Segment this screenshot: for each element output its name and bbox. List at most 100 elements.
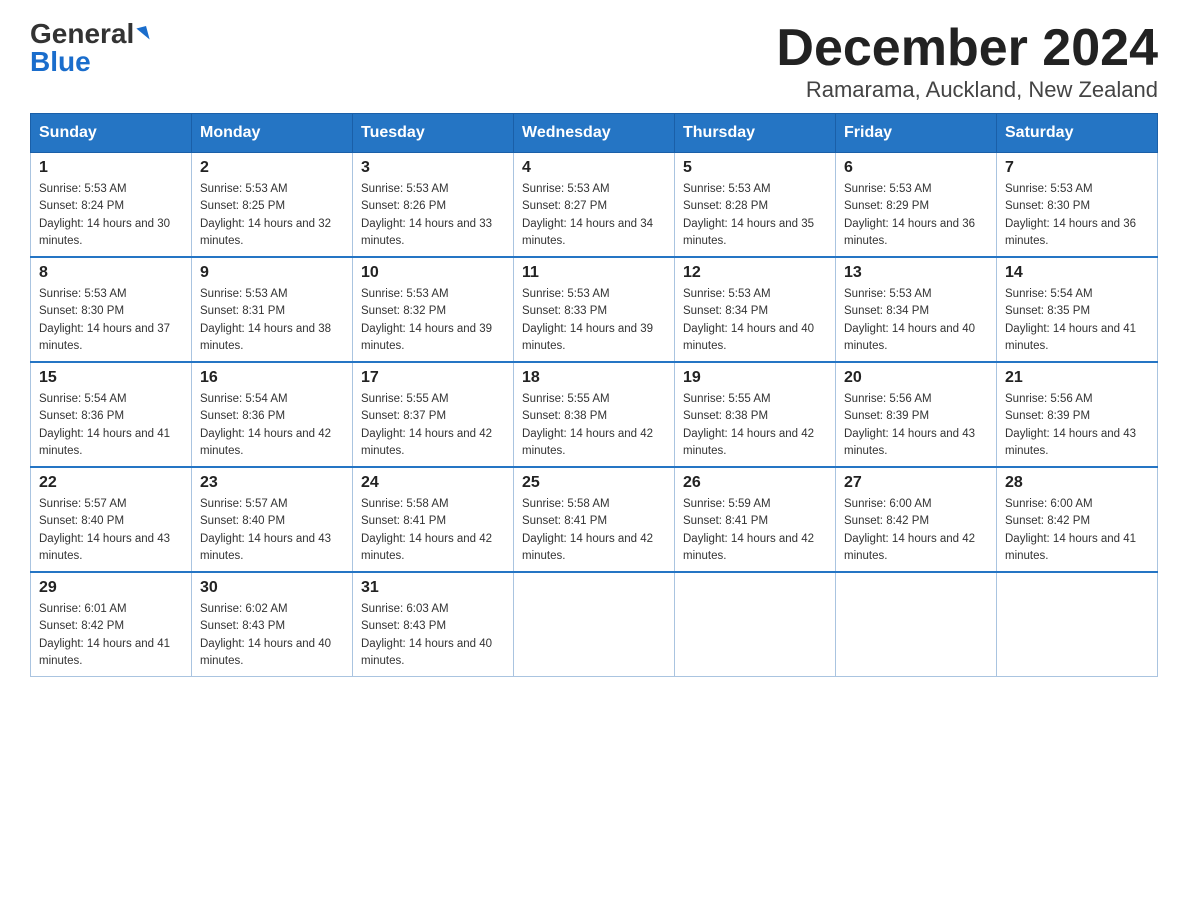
day-number: 24	[361, 474, 505, 492]
calendar-cell: 30Sunrise: 6:02 AMSunset: 8:43 PMDayligh…	[192, 572, 353, 677]
calendar-week-row: 8 Sunrise: 5:53 AMSunset: 8:30 PMDaylight…	[31, 257, 1158, 362]
day-number: 6	[844, 159, 988, 177]
calendar-cell: 21 Sunrise: 5:56 AMSunset: 8:39 PMDayligh…	[997, 362, 1158, 467]
day-info: Sunrise: 5:53 AMSunset: 8:25 PMDaylight:…	[200, 181, 344, 250]
day-info: Sunrise: 5:59 AMSunset: 8:41 PMDaylight:…	[683, 496, 827, 565]
day-number: 10	[361, 264, 505, 282]
day-number: 18	[522, 369, 666, 387]
day-number: 23	[200, 474, 344, 492]
day-info: Sunrise: 5:53 AMSunset: 8:34 PMDaylight:…	[844, 286, 988, 355]
day-info: Sunrise: 5:53 AMSunset: 8:24 PMDaylight:…	[39, 181, 183, 250]
calendar-week-row: 22 Sunrise: 5:57 AMSunset: 8:40 PMDayligh…	[31, 467, 1158, 572]
column-header-monday: Monday	[192, 114, 353, 153]
day-info: Sunrise: 5:55 AMSunset: 8:38 PMDaylight:…	[522, 391, 666, 460]
day-number: 4	[522, 159, 666, 177]
day-number: 5	[683, 159, 827, 177]
day-info: Sunrise: 5:53 AMSunset: 8:28 PMDaylight:…	[683, 181, 827, 250]
day-number: 14	[1005, 264, 1149, 282]
day-number: 2	[200, 159, 344, 177]
logo-blue-text: Blue	[30, 48, 91, 76]
day-info: Sunrise: 5:56 AMSunset: 8:39 PMDaylight:…	[844, 391, 988, 460]
logo: General Blue	[30, 20, 148, 76]
calendar-cell: 16 Sunrise: 5:54 AMSunset: 8:36 PMDayligh…	[192, 362, 353, 467]
calendar-cell: 12 Sunrise: 5:53 AMSunset: 8:34 PMDayligh…	[675, 257, 836, 362]
calendar-cell: 1 Sunrise: 5:53 AMSunset: 8:24 PMDaylight…	[31, 153, 192, 258]
day-number: 25	[522, 474, 666, 492]
day-info: Sunrise: 5:58 AMSunset: 8:41 PMDaylight:…	[361, 496, 505, 565]
calendar-cell: 5 Sunrise: 5:53 AMSunset: 8:28 PMDaylight…	[675, 153, 836, 258]
location-title: Ramarama, Auckland, New Zealand	[776, 77, 1158, 103]
column-header-sunday: Sunday	[31, 114, 192, 153]
calendar-cell: 22 Sunrise: 5:57 AMSunset: 8:40 PMDayligh…	[31, 467, 192, 572]
day-number: 13	[844, 264, 988, 282]
calendar-cell: 4 Sunrise: 5:53 AMSunset: 8:27 PMDaylight…	[514, 153, 675, 258]
calendar-cell: 13 Sunrise: 5:53 AMSunset: 8:34 PMDayligh…	[836, 257, 997, 362]
day-number: 21	[1005, 369, 1149, 387]
calendar-cell: 19 Sunrise: 5:55 AMSunset: 8:38 PMDayligh…	[675, 362, 836, 467]
day-info: Sunrise: 5:53 AMSunset: 8:33 PMDaylight:…	[522, 286, 666, 355]
day-info: Sunrise: 5:55 AMSunset: 8:37 PMDaylight:…	[361, 391, 505, 460]
day-info: Sunrise: 5:54 AMSunset: 8:36 PMDaylight:…	[39, 391, 183, 460]
calendar-week-row: 29Sunrise: 6:01 AMSunset: 8:42 PMDayligh…	[31, 572, 1158, 677]
calendar-cell: 20 Sunrise: 5:56 AMSunset: 8:39 PMDayligh…	[836, 362, 997, 467]
day-number: 12	[683, 264, 827, 282]
calendar-cell	[836, 572, 997, 677]
day-number: 3	[361, 159, 505, 177]
calendar-cell: 15Sunrise: 5:54 AMSunset: 8:36 PMDayligh…	[31, 362, 192, 467]
calendar-cell: 29Sunrise: 6:01 AMSunset: 8:42 PMDayligh…	[31, 572, 192, 677]
calendar-cell: 23 Sunrise: 5:57 AMSunset: 8:40 PMDayligh…	[192, 467, 353, 572]
column-header-saturday: Saturday	[997, 114, 1158, 153]
calendar-cell	[675, 572, 836, 677]
logo-general-text: General	[30, 20, 134, 48]
day-number: 16	[200, 369, 344, 387]
calendar-cell	[997, 572, 1158, 677]
day-number: 8	[39, 264, 183, 282]
calendar-cell: 24 Sunrise: 5:58 AMSunset: 8:41 PMDayligh…	[353, 467, 514, 572]
day-number: 20	[844, 369, 988, 387]
day-info: Sunrise: 5:57 AMSunset: 8:40 PMDaylight:…	[200, 496, 344, 565]
day-info: Sunrise: 5:53 AMSunset: 8:27 PMDaylight:…	[522, 181, 666, 250]
calendar-cell: 28 Sunrise: 6:00 AMSunset: 8:42 PMDayligh…	[997, 467, 1158, 572]
day-info: Sunrise: 5:56 AMSunset: 8:39 PMDaylight:…	[1005, 391, 1149, 460]
calendar-cell: 7 Sunrise: 5:53 AMSunset: 8:30 PMDaylight…	[997, 153, 1158, 258]
day-info: Sunrise: 5:53 AMSunset: 8:29 PMDaylight:…	[844, 181, 988, 250]
day-info: Sunrise: 6:00 AMSunset: 8:42 PMDaylight:…	[844, 496, 988, 565]
day-number: 22	[39, 474, 183, 492]
day-info: Sunrise: 5:55 AMSunset: 8:38 PMDaylight:…	[683, 391, 827, 460]
calendar-cell: 26 Sunrise: 5:59 AMSunset: 8:41 PMDayligh…	[675, 467, 836, 572]
day-number: 9	[200, 264, 344, 282]
day-number: 1	[39, 159, 183, 177]
month-title: December 2024	[776, 20, 1158, 77]
title-block: December 2024 Ramarama, Auckland, New Ze…	[776, 20, 1158, 103]
day-number: 26	[683, 474, 827, 492]
page-header: General Blue December 2024 Ramarama, Auc…	[30, 20, 1158, 103]
day-info: Sunrise: 5:57 AMSunset: 8:40 PMDaylight:…	[39, 496, 183, 565]
calendar-cell: 27Sunrise: 6:00 AMSunset: 8:42 PMDayligh…	[836, 467, 997, 572]
day-info: Sunrise: 5:53 AMSunset: 8:26 PMDaylight:…	[361, 181, 505, 250]
day-info: Sunrise: 6:01 AMSunset: 8:42 PMDaylight:…	[39, 601, 183, 670]
day-info: Sunrise: 6:00 AMSunset: 8:42 PMDaylight:…	[1005, 496, 1149, 565]
day-number: 11	[522, 264, 666, 282]
calendar-cell: 9Sunrise: 5:53 AMSunset: 8:31 PMDaylight…	[192, 257, 353, 362]
day-number: 31	[361, 579, 505, 597]
day-info: Sunrise: 5:53 AMSunset: 8:30 PMDaylight:…	[39, 286, 183, 355]
day-info: Sunrise: 5:53 AMSunset: 8:34 PMDaylight:…	[683, 286, 827, 355]
calendar-week-row: 1 Sunrise: 5:53 AMSunset: 8:24 PMDaylight…	[31, 153, 1158, 258]
day-number: 28	[1005, 474, 1149, 492]
calendar-cell: 2 Sunrise: 5:53 AMSunset: 8:25 PMDaylight…	[192, 153, 353, 258]
day-number: 19	[683, 369, 827, 387]
logo-arrow-icon	[137, 26, 150, 42]
calendar-cell: 8 Sunrise: 5:53 AMSunset: 8:30 PMDaylight…	[31, 257, 192, 362]
calendar-cell: 31Sunrise: 6:03 AMSunset: 8:43 PMDayligh…	[353, 572, 514, 677]
calendar-cell: 6 Sunrise: 5:53 AMSunset: 8:29 PMDaylight…	[836, 153, 997, 258]
day-info: Sunrise: 5:54 AMSunset: 8:36 PMDaylight:…	[200, 391, 344, 460]
day-info: Sunrise: 5:53 AMSunset: 8:30 PMDaylight:…	[1005, 181, 1149, 250]
calendar-cell: 3 Sunrise: 5:53 AMSunset: 8:26 PMDaylight…	[353, 153, 514, 258]
column-header-thursday: Thursday	[675, 114, 836, 153]
calendar-cell: 10Sunrise: 5:53 AMSunset: 8:32 PMDayligh…	[353, 257, 514, 362]
day-number: 7	[1005, 159, 1149, 177]
calendar-cell: 11 Sunrise: 5:53 AMSunset: 8:33 PMDayligh…	[514, 257, 675, 362]
day-info: Sunrise: 5:54 AMSunset: 8:35 PMDaylight:…	[1005, 286, 1149, 355]
calendar-cell: 14 Sunrise: 5:54 AMSunset: 8:35 PMDayligh…	[997, 257, 1158, 362]
calendar-cell: 25Sunrise: 5:58 AMSunset: 8:41 PMDayligh…	[514, 467, 675, 572]
